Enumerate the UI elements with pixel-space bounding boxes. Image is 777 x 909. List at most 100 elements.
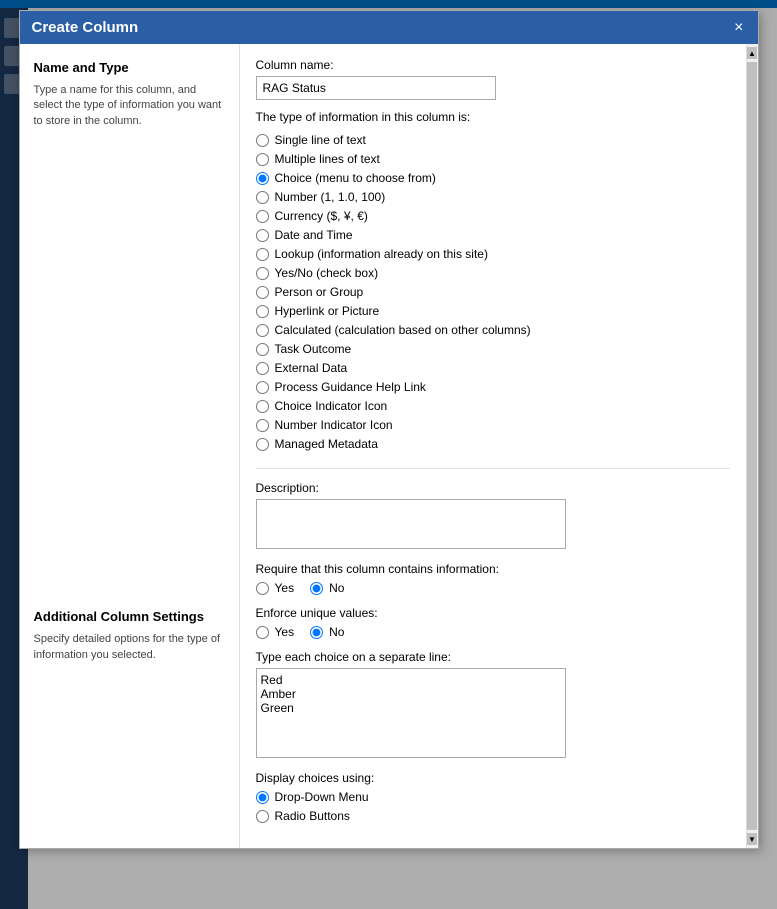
- radio-yesno[interactable]: [256, 267, 269, 280]
- require-yes-option[interactable]: Yes: [256, 580, 295, 596]
- option-process[interactable]: Process Guidance Help Link: [256, 379, 730, 395]
- column-name-input[interactable]: [256, 76, 496, 100]
- close-button[interactable]: ×: [732, 20, 745, 36]
- name-type-title: Name and Type: [34, 60, 225, 75]
- option-multi-line[interactable]: Multiple lines of text: [256, 151, 730, 167]
- radio-require-yes[interactable]: [256, 582, 269, 595]
- option-person[interactable]: Person or Group: [256, 284, 730, 300]
- label-lookup: Lookup (information already on this site…: [275, 247, 488, 261]
- require-label: Require that this column contains inform…: [256, 562, 730, 576]
- additional-settings-section: Additional Column Settings Specify detai…: [34, 609, 225, 663]
- label-single-line: Single line of text: [275, 133, 366, 147]
- option-hyperlink[interactable]: Hyperlink or Picture: [256, 303, 730, 319]
- radio-require-no[interactable]: [310, 582, 323, 595]
- option-currency[interactable]: Currency ($, ¥, €): [256, 208, 730, 224]
- scroll-down-arrow[interactable]: ▼: [747, 833, 757, 845]
- type-info-label: The type of information in this column i…: [256, 110, 730, 124]
- scroll-up-arrow[interactable]: ▲: [747, 47, 757, 59]
- option-number-icon[interactable]: Number Indicator Icon: [256, 417, 730, 433]
- label-number: Number (1, 1.0, 100): [275, 190, 386, 204]
- label-multi-line: Multiple lines of text: [275, 152, 380, 166]
- require-info-row: Require that this column contains inform…: [256, 562, 730, 596]
- radio-datetime[interactable]: [256, 229, 269, 242]
- dialog-title: Create Column: [32, 19, 139, 36]
- unique-no-option[interactable]: No: [310, 624, 344, 640]
- option-external[interactable]: External Data: [256, 360, 730, 376]
- description-field-row: Description:: [256, 481, 730, 552]
- radio-hyperlink[interactable]: [256, 305, 269, 318]
- require-no-option[interactable]: No: [310, 580, 344, 596]
- label-managed-metadata: Managed Metadata: [275, 437, 378, 451]
- radio-number[interactable]: [256, 191, 269, 204]
- choices-input[interactable]: Red Amber Green: [256, 668, 566, 758]
- radio-unique-no[interactable]: [310, 626, 323, 639]
- label-dropdown: Drop-Down Menu: [275, 790, 369, 804]
- label-process: Process Guidance Help Link: [275, 380, 426, 394]
- radio-single-line[interactable]: [256, 134, 269, 147]
- label-hyperlink: Hyperlink or Picture: [275, 304, 380, 318]
- description-input[interactable]: [256, 499, 566, 549]
- label-person: Person or Group: [275, 285, 364, 299]
- radio-calculated[interactable]: [256, 324, 269, 337]
- radio-process[interactable]: [256, 381, 269, 394]
- label-datetime: Date and Time: [275, 228, 353, 242]
- display-dropdown-option[interactable]: Drop-Down Menu: [256, 789, 730, 805]
- option-number[interactable]: Number (1, 1.0, 100): [256, 189, 730, 205]
- choices-label: Type each choice on a separate line:: [256, 650, 730, 664]
- description-label: Description:: [256, 481, 730, 495]
- radio-managed-metadata[interactable]: [256, 438, 269, 451]
- option-lookup[interactable]: Lookup (information already on this site…: [256, 246, 730, 262]
- option-choice-icon[interactable]: Choice Indicator Icon: [256, 398, 730, 414]
- display-label: Display choices using:: [256, 771, 730, 785]
- radio-number-icon[interactable]: [256, 419, 269, 432]
- option-calculated[interactable]: Calculated (calculation based on other c…: [256, 322, 730, 338]
- create-column-dialog: Create Column × Name and Type Type a nam…: [19, 10, 759, 849]
- radio-dropdown[interactable]: [256, 791, 269, 804]
- scroll-thumb[interactable]: [747, 62, 757, 830]
- radio-choice-icon[interactable]: [256, 400, 269, 413]
- dialog-titlebar: Create Column ×: [20, 11, 758, 44]
- radio-choice[interactable]: [256, 172, 269, 185]
- additional-settings-area: Description: Require that this column co…: [256, 468, 730, 824]
- option-managed-metadata[interactable]: Managed Metadata: [256, 436, 730, 452]
- label-choice-icon: Choice Indicator Icon: [275, 399, 388, 413]
- unique-radio-group: Yes No: [256, 624, 730, 640]
- column-name-field-row: Column name:: [256, 58, 730, 100]
- display-radio-option[interactable]: Radio Buttons: [256, 808, 730, 824]
- radio-radio-buttons[interactable]: [256, 810, 269, 823]
- radio-lookup[interactable]: [256, 248, 269, 261]
- radio-currency[interactable]: [256, 210, 269, 223]
- option-datetime[interactable]: Date and Time: [256, 227, 730, 243]
- option-choice[interactable]: Choice (menu to choose from): [256, 170, 730, 186]
- label-radio-buttons: Radio Buttons: [275, 809, 350, 823]
- type-radio-group: Single line of text Multiple lines of te…: [256, 132, 730, 452]
- display-radio-group: Drop-Down Menu Radio Buttons: [256, 789, 730, 824]
- column-name-label: Column name:: [256, 58, 730, 72]
- unique-yes-option[interactable]: Yes: [256, 624, 295, 640]
- type-selection-row: The type of information in this column i…: [256, 110, 730, 452]
- scrollbar[interactable]: ▲ ▼: [746, 44, 758, 848]
- radio-multi-line[interactable]: [256, 153, 269, 166]
- right-panel: Column name: The type of information in …: [240, 44, 746, 848]
- label-currency: Currency ($, ¥, €): [275, 209, 368, 223]
- radio-task[interactable]: [256, 343, 269, 356]
- radio-person[interactable]: [256, 286, 269, 299]
- option-yesno[interactable]: Yes/No (check box): [256, 265, 730, 281]
- unique-values-row: Enforce unique values: Yes No: [256, 606, 730, 640]
- additional-settings-title: Additional Column Settings: [34, 609, 225, 624]
- display-choices-row: Display choices using: Drop-Down Menu Ra…: [256, 771, 730, 824]
- option-task[interactable]: Task Outcome: [256, 341, 730, 357]
- radio-unique-yes[interactable]: [256, 626, 269, 639]
- radio-external[interactable]: [256, 362, 269, 375]
- additional-settings-desc: Specify detailed options for the type of…: [34, 632, 225, 663]
- name-and-type-section: Name and Type Type a name for this colum…: [34, 60, 225, 129]
- label-yesno: Yes/No (check box): [275, 266, 379, 280]
- option-single-line[interactable]: Single line of text: [256, 132, 730, 148]
- name-type-desc: Type a name for this column, and select …: [34, 83, 225, 129]
- choices-field-row: Type each choice on a separate line: Red…: [256, 650, 730, 761]
- label-require-yes: Yes: [275, 581, 295, 595]
- unique-label: Enforce unique values:: [256, 606, 730, 620]
- dialog-body: Name and Type Type a name for this colum…: [20, 44, 758, 848]
- require-radio-group: Yes No: [256, 580, 730, 596]
- label-calculated: Calculated (calculation based on other c…: [275, 323, 531, 337]
